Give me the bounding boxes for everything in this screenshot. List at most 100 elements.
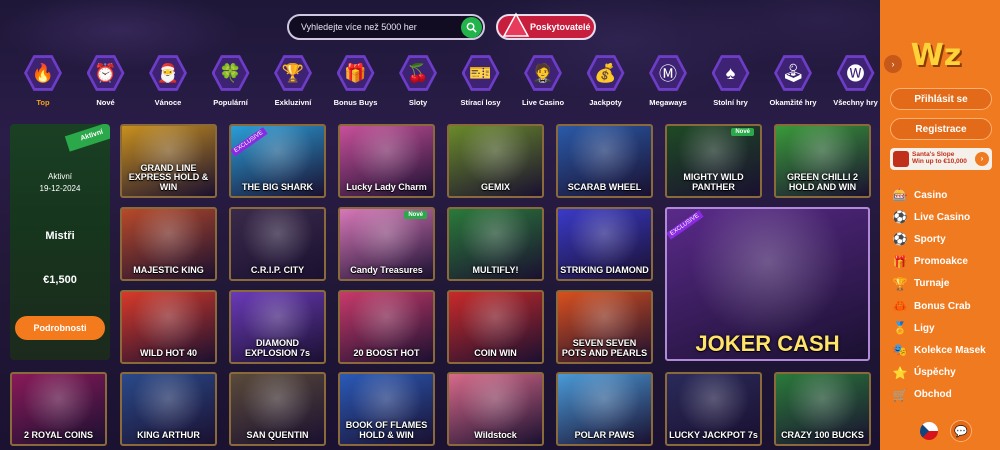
search-button[interactable] (461, 17, 482, 38)
category-alarm-clock[interactable]: ⏰ Nové (75, 54, 137, 112)
category-dealer[interactable]: 🤵 Live Casino (512, 54, 574, 112)
chat-button[interactable]: 💬 (950, 420, 972, 442)
league-icon: 🏅 (892, 321, 908, 336)
sidebar-item-label: Live Casino (914, 211, 971, 223)
category-fire[interactable]: 🔥 Top (12, 54, 74, 112)
sidebar-item-label: Kolekce Masek (914, 344, 986, 356)
sidebar-item-tournament[interactable]: 🏆 Turnaje (892, 275, 950, 293)
category-all-games[interactable]: 🅦 Všechny hry (825, 54, 887, 112)
shop-icon: 🛒 (892, 387, 908, 402)
game-tile[interactable]: LUCKY JACKPOT 7s (665, 372, 762, 446)
game-tile[interactable]: Wildstock (447, 372, 544, 446)
czech-flag-icon[interactable] (920, 422, 938, 440)
game-tile[interactable]: POLAR PAWS (556, 372, 653, 446)
game-tile[interactable]: STRIKING DIAMOND (556, 207, 653, 281)
sidebar-promo-banner[interactable]: Santa's Slope Win up to €10,000 › (890, 148, 992, 170)
game-tile[interactable]: Nové Candy Treasures (338, 207, 435, 281)
category-cherry[interactable]: 🍒 Sloty (387, 54, 449, 112)
mask-icon: 🎭 (892, 343, 908, 358)
trophy-icon: 🏆 (277, 57, 309, 89)
category-label: Stírací losy (460, 98, 501, 107)
logo[interactable]: Wz (892, 30, 980, 80)
game-title: GREEN CHILLI 2 HOLD AND WIN (786, 172, 858, 192)
crab-icon: 🦀 (892, 299, 908, 313)
category-santa-hat[interactable]: 🎅 Vánoce (137, 54, 199, 112)
gift-icon: 🎁 (892, 254, 908, 269)
providers-button[interactable]: Poskytovatelé (496, 12, 596, 40)
sidebar-item-casino-chip[interactable]: 🎰 Casino (892, 186, 948, 204)
search-bar[interactable] (287, 14, 485, 40)
details-button[interactable]: Podrobnosti (15, 316, 105, 340)
game-tile[interactable]: GEMIX (447, 124, 544, 198)
game-tile[interactable]: SEVEN SEVEN POTS AND PEARLS (556, 290, 653, 364)
game-title: POLAR PAWS (574, 429, 635, 440)
game-tile[interactable]: SAN QUENTIN (229, 372, 326, 446)
game-title: Wildstock (474, 429, 517, 440)
game-tile[interactable]: 2 ROYAL COINS (10, 372, 107, 446)
category-label: Exkluzivní (274, 98, 312, 107)
category-badge: 🍒 (399, 55, 437, 91)
santa-hat-icon: 🎅 (152, 57, 184, 89)
promo-date: 19-12-2024 (39, 184, 81, 193)
gift-icon: 🎁 (339, 57, 372, 89)
category-clover[interactable]: 🍀 Populární (200, 54, 262, 112)
game-title: Lucky Lady Charm (346, 181, 427, 192)
sidebar-item-shop[interactable]: 🛒 Obchod (892, 386, 952, 404)
category-label: Live Casino (521, 98, 565, 107)
santa-icon (893, 151, 909, 167)
promo-title: Mistři (45, 230, 75, 242)
category-scratch-ticket[interactable]: 🎫 Stírací losy (450, 54, 512, 112)
category-joystick[interactable]: 🕹 Okamžité hry (762, 54, 824, 112)
game-tile[interactable]: Lucky Lady Charm (338, 124, 435, 198)
sidebar-item-crab[interactable]: 🦀 Bonus Crab (892, 297, 971, 315)
sidebar-item-label: Casino (914, 189, 948, 201)
sidebar-item-league[interactable]: 🏅 Ligy (892, 319, 935, 337)
category-money-bag[interactable]: 💰 Jackpoty (575, 54, 637, 112)
category-trophy[interactable]: 🏆 Exkluzivní (262, 54, 324, 112)
game-tile[interactable]: GREEN CHILLI 2 HOLD AND WIN (774, 124, 871, 198)
sidebar-item-achievement[interactable]: ⭐ Úspěchy (892, 364, 956, 382)
achievement-icon: ⭐ (892, 365, 908, 380)
game-tile[interactable]: DIAMOND EXPLOSION 7s (229, 290, 326, 364)
search-input[interactable] (301, 22, 461, 32)
game-tile[interactable]: WILD HOT 40 (120, 290, 217, 364)
game-tile[interactable]: C.R.I.P. CITY (229, 207, 326, 281)
live-dealer-icon: ⚽ (892, 210, 908, 225)
m-letter-icon: Ⓜ (652, 57, 684, 89)
sidebar-item-mask[interactable]: 🎭 Kolekce Masek (892, 341, 986, 359)
sidebar-item-live-dealer[interactable]: ⚽ Live Casino (892, 208, 971, 226)
category-badge: 🤵 (524, 55, 562, 91)
game-title: SEVEN SEVEN POTS AND PEARLS (561, 338, 648, 358)
sidebar-item-football[interactable]: ⚽ Sporty (892, 230, 946, 248)
sidebar-item-label: Ligy (914, 322, 935, 334)
cherry-icon: 🍒 (402, 57, 434, 89)
game-tile[interactable]: COIN WIN (447, 290, 544, 364)
game-tile[interactable]: KING ARTHUR (120, 372, 217, 446)
game-title: SCARAB WHEEL (567, 181, 642, 192)
category-badge: ⏰ (86, 55, 125, 91)
game-tile[interactable]: Nové MIGHTY WILD PANTHER (665, 124, 762, 198)
game-tile[interactable]: EXCLUSIVE JOKER CASH (665, 207, 870, 361)
category-badge: 🕹 (774, 55, 812, 91)
search-icon (466, 22, 477, 33)
sidebar-item-gift[interactable]: 🎁 Promoakce (892, 253, 968, 271)
game-tile[interactable]: MAJESTIC KING (120, 207, 217, 281)
game-tile[interactable]: BOOK OF FLAMES HOLD & WIN (338, 372, 435, 446)
game-title: 20 BOOST HOT (353, 347, 420, 358)
game-tile[interactable]: CRAZY 100 BUCKS (774, 372, 871, 446)
login-button[interactable]: Přihlásit se (890, 88, 992, 110)
category-gift[interactable]: 🎁 Bonus Buys (325, 54, 387, 112)
category-badge: Ⓜ (649, 55, 687, 91)
category-m-letter[interactable]: Ⓜ Megaways (637, 54, 699, 112)
category-label: Nové (96, 98, 115, 107)
game-title: LUCKY JACKPOT 7s (669, 429, 758, 440)
game-tile[interactable]: 20 BOOST HOT (338, 290, 435, 364)
promo-status: Aktivní (47, 172, 72, 181)
category-label: Okamžité hry (769, 98, 817, 107)
game-tile[interactable]: GRAND LINE EXPRESS HOLD & WIN (120, 124, 217, 198)
register-button[interactable]: Registrace (890, 118, 992, 140)
game-tile[interactable]: EXCLUSIVE THE BIG SHARK (229, 124, 326, 198)
game-tile[interactable]: MULTIFLY! (447, 207, 544, 281)
category-card-spade[interactable]: ♠ Stolní hry (700, 54, 762, 112)
game-tile[interactable]: SCARAB WHEEL (556, 124, 653, 198)
